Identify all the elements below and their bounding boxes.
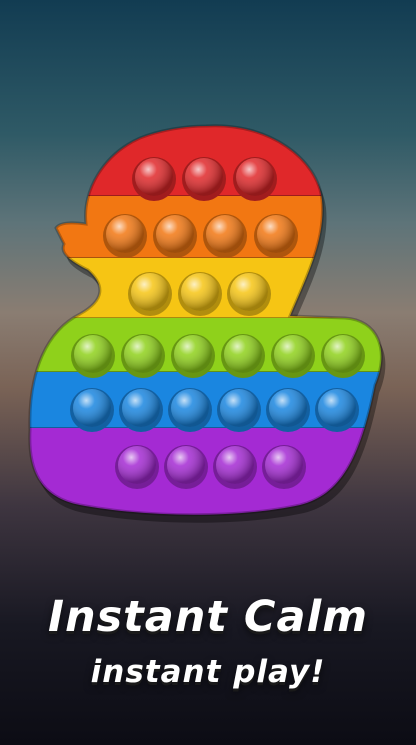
bubble-green-1[interactable]: [71, 334, 115, 378]
bubble-blue-4[interactable]: [217, 388, 261, 432]
bubble-green-3[interactable]: [171, 334, 215, 378]
bubble-yellow-2[interactable]: [178, 272, 222, 316]
bubble-red-2[interactable]: [182, 157, 226, 201]
band-purple: [29, 428, 382, 515]
tagline-line-2: instant play!: [90, 654, 326, 690]
bubble-yellow-1[interactable]: [128, 272, 172, 316]
bubble-red-3[interactable]: [233, 157, 277, 201]
bubble-yellow-3[interactable]: [227, 272, 271, 316]
bubble-orange-2[interactable]: [153, 214, 197, 258]
bubble-purple-4[interactable]: [262, 445, 306, 489]
bubble-orange-3[interactable]: [203, 214, 247, 258]
bubble-purple-2[interactable]: [164, 445, 208, 489]
bubble-green-6[interactable]: [321, 334, 365, 378]
bubble-blue-3[interactable]: [168, 388, 212, 432]
bubble-blue-5[interactable]: [266, 388, 310, 432]
bubble-orange-4[interactable]: [254, 214, 298, 258]
bubble-green-2[interactable]: [121, 334, 165, 378]
bubble-blue-1[interactable]: [70, 388, 114, 432]
bubble-blue-2[interactable]: [119, 388, 163, 432]
tagline-line-1: Instant Calm: [47, 592, 369, 642]
bubble-green-5[interactable]: [271, 334, 315, 378]
bubble-green-4[interactable]: [221, 334, 265, 378]
bubble-purple-3[interactable]: [213, 445, 257, 489]
bubble-blue-6[interactable]: [315, 388, 359, 432]
bubble-red-1[interactable]: [132, 157, 176, 201]
bubble-purple-1[interactable]: [115, 445, 159, 489]
bubble-orange-1[interactable]: [103, 214, 147, 258]
